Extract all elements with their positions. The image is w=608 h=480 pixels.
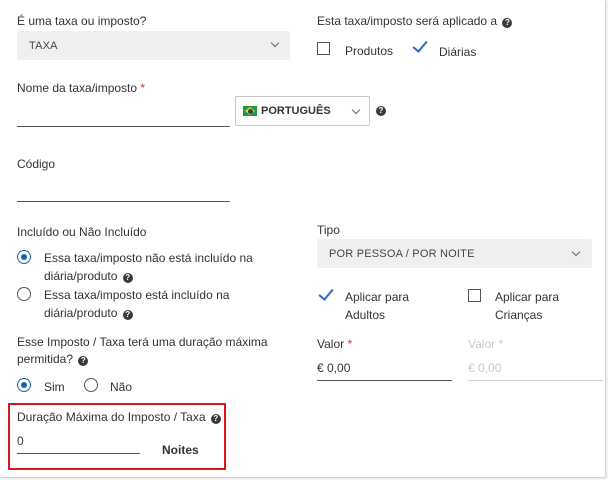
adults-line1: Aplicar para [345, 290, 410, 304]
name-label: Nome da taxa/imposto * [17, 81, 145, 95]
required-mark: * [347, 337, 353, 351]
chevron-down-icon [351, 105, 361, 115]
adults-checkmark-icon[interactable] [318, 285, 334, 301]
not-included-line2-wrap: diária/produto ? [44, 269, 133, 283]
value-children-label-text: Valor [468, 337, 496, 351]
value-children-label: Valor * [468, 337, 503, 351]
language-select[interactable]: PORTUGUÊS [235, 96, 370, 126]
max-duration-question-line2-wrap: permitida? ? [17, 352, 89, 366]
tax-type-select[interactable]: TAXA [17, 31, 290, 60]
required-mark: * [498, 337, 504, 351]
max-duration-field-label: Duração Máxima do Imposto / Taxa ? [17, 410, 221, 424]
language-selected: PORTUGUÊS [261, 105, 331, 117]
max-duration-yes-radio[interactable] [17, 378, 31, 392]
value-children-underline [468, 380, 603, 381]
included-line2: diária/produto [44, 306, 118, 320]
chevron-down-icon [270, 38, 280, 48]
max-duration-question-line2: permitida? [17, 352, 74, 366]
included-radio[interactable] [17, 287, 31, 301]
value-adults-label: Valor * [317, 337, 352, 351]
not-included-line1: Essa taxa/imposto não está incluído na [44, 251, 253, 265]
children-checkbox[interactable] [468, 289, 481, 302]
tax-form-panel: É uma taxa ou imposto? TAXA Esta taxa/im… [0, 0, 606, 478]
value-adults-label-text: Valor [317, 337, 345, 351]
code-input[interactable] [17, 176, 230, 200]
not-included-line2: diária/produto [44, 269, 118, 283]
type-select[interactable]: POR PESSOA / POR NOITE [317, 239, 592, 268]
applied-to-label-text: Esta taxa/imposto será aplicado a [317, 14, 498, 28]
adults-line2: Adultos [345, 308, 386, 322]
products-label: Produtos [345, 44, 394, 58]
products-checkbox[interactable] [317, 42, 330, 55]
code-label: Código [17, 157, 56, 171]
max-duration-yes-label: Sim [44, 380, 65, 394]
not-included-radio[interactable] [17, 250, 31, 264]
question-circle-icon[interactable]: ? [502, 18, 513, 28]
children-line2: Crianças [495, 308, 543, 322]
question-circle-icon[interactable]: ? [78, 356, 89, 366]
code-input-underline [17, 201, 230, 202]
max-duration-field-label-text: Duração Máxima do Imposto / Taxa [17, 410, 206, 424]
question-circle-icon[interactable]: ? [122, 310, 133, 320]
name-input-underline [17, 126, 230, 127]
max-duration-underline [17, 453, 140, 454]
children-line1: Aplicar para [495, 290, 560, 304]
name-input[interactable] [17, 100, 230, 124]
included-line2-wrap: diária/produto ? [44, 306, 133, 320]
brazil-flag-icon [243, 106, 257, 116]
applied-to-label: Esta taxa/imposto será aplicado a ? [317, 14, 513, 28]
daily-rates-checkmark-icon[interactable] [412, 37, 428, 53]
max-duration-input[interactable]: 0 [17, 434, 24, 448]
question-circle-icon[interactable]: ? [376, 106, 386, 116]
name-label-text: Nome da taxa/imposto [17, 81, 138, 95]
type-label: Tipo [317, 223, 340, 237]
nights-unit-label: Noites [162, 443, 199, 457]
question-circle-icon[interactable]: ? [210, 414, 221, 424]
tax-type-label: É uma taxa ou imposto? [17, 14, 147, 28]
daily-rates-label: Diárias [439, 45, 477, 59]
tax-type-selected: TAXA [29, 39, 58, 52]
value-adults-input[interactable]: € 0,00 [317, 361, 350, 375]
included-line1: Essa taxa/imposto está incluído na [44, 288, 230, 302]
max-duration-question-line1: Esse Imposto / Taxa terá uma duração máx… [17, 335, 268, 349]
value-adults-underline [317, 380, 452, 381]
value-children-input: € 0,00 [468, 361, 502, 375]
max-duration-no-radio[interactable] [84, 378, 98, 392]
chevron-down-icon [571, 247, 581, 257]
max-duration-no-label: Não [110, 380, 133, 394]
required-mark: * [140, 81, 146, 95]
question-circle-icon[interactable]: ? [122, 273, 133, 283]
type-selected: POR PESSOA / POR NOITE [329, 247, 475, 260]
included-label: Incluído ou Não Incluído [17, 225, 147, 239]
